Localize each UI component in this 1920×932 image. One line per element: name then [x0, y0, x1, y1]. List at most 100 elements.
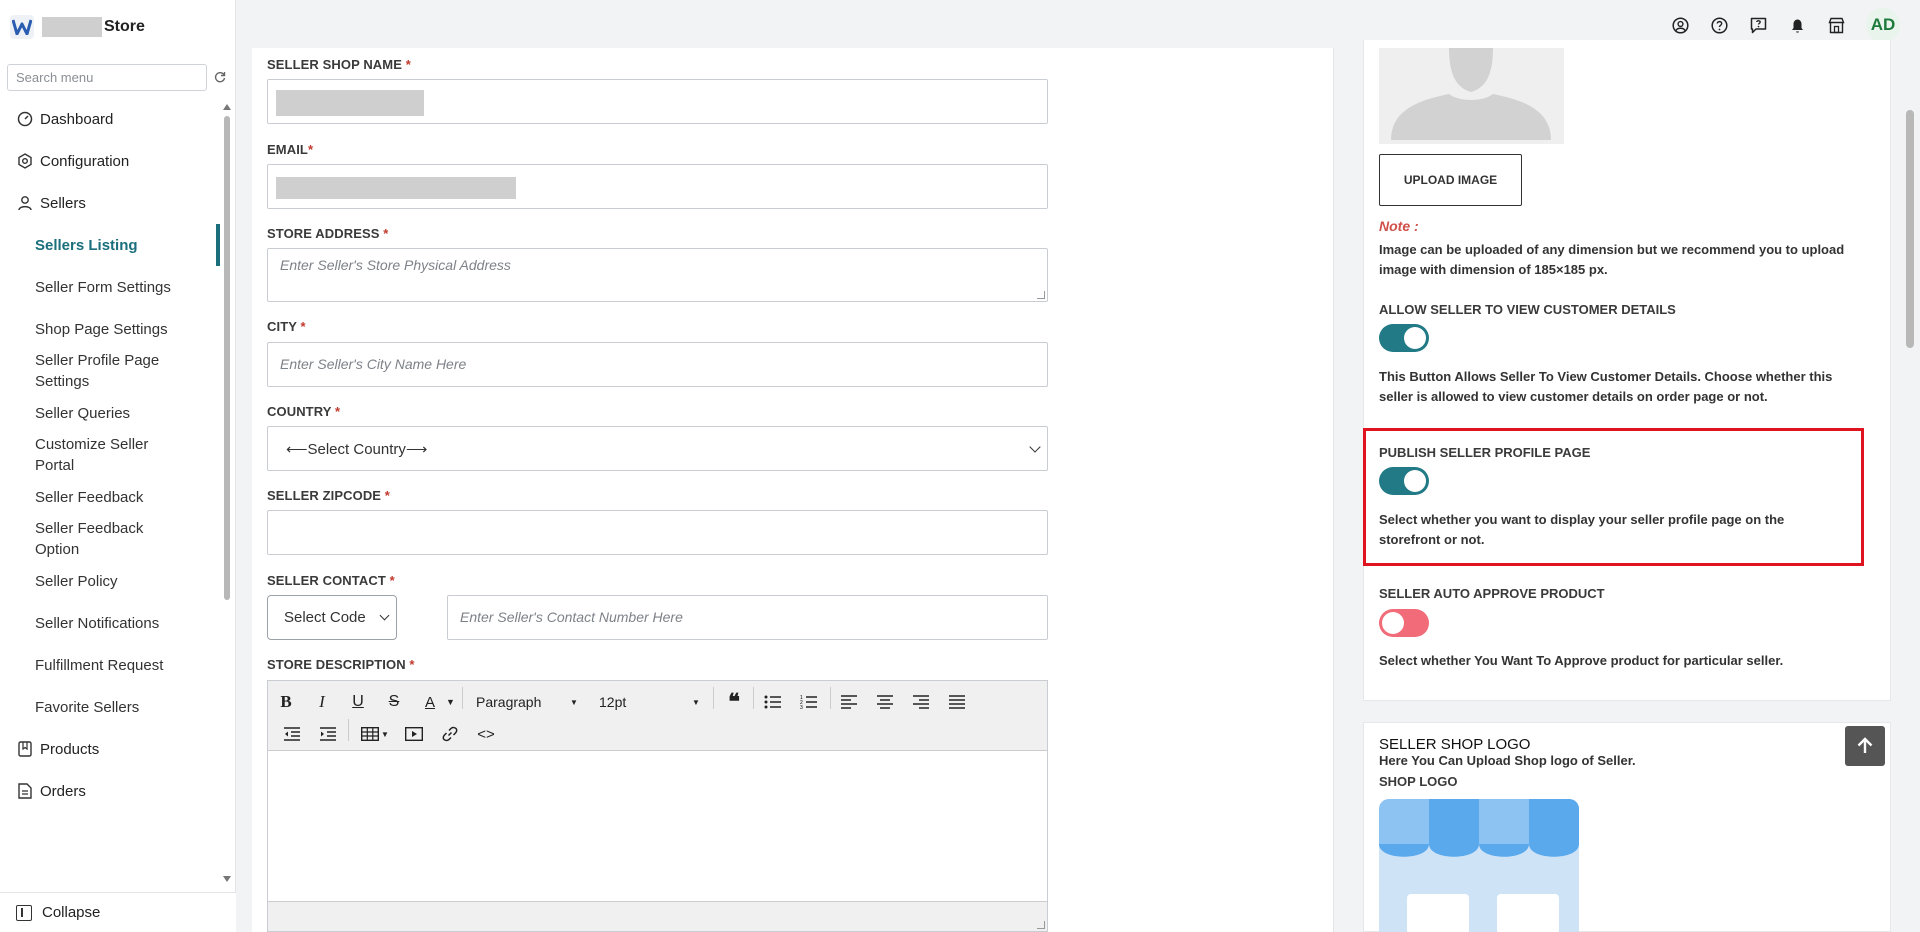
- description-label: STORE DESCRIPTION *: [267, 657, 415, 672]
- bell-icon[interactable]: [1788, 16, 1806, 34]
- toggle-knob: [1404, 327, 1426, 349]
- support-chat-icon[interactable]: [1749, 16, 1767, 34]
- sidebar-item-products[interactable]: Products: [0, 728, 222, 770]
- toolbar-divider: [348, 719, 349, 741]
- upload-image-button[interactable]: UPLOAD IMAGE: [1379, 154, 1522, 206]
- auto-approve-desc: Select whether You Want To Approve produ…: [1379, 653, 1784, 668]
- dashboard-icon: [16, 110, 34, 128]
- underline-icon[interactable]: U: [347, 691, 369, 713]
- sidebar-item-customize-seller-portal[interactable]: Customize Seller Portal: [0, 434, 190, 476]
- email-field[interactable]: [267, 164, 1048, 209]
- shop-name-field[interactable]: [267, 79, 1048, 124]
- blockquote-icon[interactable]: ❝: [723, 689, 745, 714]
- indent-icon[interactable]: [317, 723, 339, 745]
- align-center-icon[interactable]: [874, 691, 896, 713]
- numbered-list-icon[interactable]: 123: [798, 691, 820, 713]
- country-code-select[interactable]: Select Code: [267, 595, 397, 640]
- sidebar-item-favorite-sellers[interactable]: Favorite Sellers: [0, 686, 222, 728]
- sidebar-item-seller-feedback-option[interactable]: Seller Feedback Option: [0, 518, 180, 560]
- zipcode-field[interactable]: [267, 510, 1048, 555]
- brand-redacted: [42, 17, 102, 37]
- sidebar-scroll-thumb[interactable]: [224, 116, 230, 600]
- sidebar-item-configuration[interactable]: Configuration: [0, 140, 222, 182]
- publish-profile-toggle[interactable]: [1379, 467, 1429, 495]
- zipcode-label: SELLER ZIPCODE *: [267, 488, 390, 503]
- table-icon[interactable]: [359, 723, 381, 745]
- publish-profile-label: PUBLISH SELLER PROFILE PAGE: [1379, 445, 1591, 460]
- block-format-value: Paragraph: [476, 694, 542, 710]
- editor-statusbar: [268, 901, 1047, 931]
- refresh-icon[interactable]: [214, 71, 228, 85]
- sidebar-item-label: Products: [40, 740, 100, 758]
- sidebar-item-seller-policy[interactable]: Seller Policy: [0, 560, 222, 602]
- font-size-select[interactable]: 12pt: [599, 691, 699, 713]
- book-icon: [16, 740, 34, 758]
- search-menu-input[interactable]: [7, 64, 207, 91]
- align-right-icon[interactable]: [910, 691, 932, 713]
- italic-icon[interactable]: I: [311, 691, 333, 713]
- shop-logo-title: SELLER SHOP LOGO: [1379, 736, 1531, 753]
- sidebar-item-seller-queries[interactable]: Seller Queries: [0, 392, 222, 434]
- auto-approve-toggle[interactable]: [1379, 609, 1429, 637]
- sidebar-item-seller-profile-page-settings[interactable]: Seller Profile Page Settings: [0, 350, 190, 392]
- sidebar-item-seller-form-settings[interactable]: Seller Form Settings: [0, 266, 222, 308]
- outdent-icon[interactable]: [281, 723, 303, 745]
- caret-down-icon[interactable]: ▼: [570, 691, 578, 713]
- allow-customer-details-toggle[interactable]: [1379, 324, 1429, 352]
- brand-logo-icon: [10, 15, 34, 39]
- bullet-list-icon[interactable]: [762, 691, 784, 713]
- address-label: STORE ADDRESS *: [267, 226, 389, 241]
- rich-text-editor[interactable]: B I U S A ▼ Paragraph ▼ 12pt ▼ ❝ 123 ▼ <…: [267, 680, 1048, 932]
- sidebar-item-sellers-listing[interactable]: Sellers Listing: [0, 224, 222, 266]
- sidebar-item-dashboard[interactable]: Dashboard: [0, 98, 222, 140]
- scroll-up-icon[interactable]: [223, 104, 231, 110]
- city-placeholder: Enter Seller's City Name Here: [280, 356, 467, 372]
- align-left-icon[interactable]: [838, 691, 860, 713]
- chevron-down-icon: [379, 610, 390, 621]
- allow-customer-details-desc: This Button Allows Seller To View Custom…: [1379, 369, 1833, 404]
- justify-icon[interactable]: [946, 691, 968, 713]
- avatar[interactable]: AD: [1866, 8, 1900, 42]
- back-to-top-button[interactable]: [1845, 726, 1885, 766]
- text-color-icon[interactable]: A: [419, 691, 441, 713]
- arrow-up-icon: [1857, 737, 1873, 753]
- sidebar-item-shop-page-settings[interactable]: Shop Page Settings: [0, 308, 222, 350]
- caret-down-icon[interactable]: ▼: [381, 723, 389, 745]
- sidebar-item-fulfillment-request[interactable]: Fulfillment Request: [0, 644, 222, 686]
- scroll-down-icon[interactable]: [223, 876, 231, 882]
- caret-down-icon[interactable]: ▼: [692, 691, 700, 713]
- contact-label: SELLER CONTACT *: [267, 573, 395, 588]
- country-value: ⟵Select Country⟶: [286, 441, 428, 458]
- toolbar-divider: [830, 687, 831, 709]
- city-label: CITY *: [267, 319, 306, 334]
- collapse-button[interactable]: Collapse: [0, 892, 236, 932]
- shop-name-label: SELLER SHOP NAME *: [267, 57, 411, 72]
- account-icon[interactable]: [1671, 16, 1689, 34]
- sidebar-item-sellers[interactable]: Sellers: [0, 182, 222, 224]
- resize-handle[interactable]: [1037, 921, 1045, 929]
- link-icon[interactable]: [439, 723, 461, 745]
- svg-text:3: 3: [800, 705, 803, 710]
- sidebar-item-seller-notifications[interactable]: Seller Notifications: [0, 602, 222, 644]
- contact-number-field[interactable]: Enter Seller's Contact Number Here: [447, 595, 1048, 640]
- page-scrollbar-thumb[interactable]: [1906, 110, 1914, 348]
- country-select[interactable]: ⟵Select Country⟶: [267, 426, 1048, 471]
- strikethrough-icon[interactable]: S: [383, 691, 405, 713]
- sidebar-item-orders[interactable]: Orders: [0, 770, 222, 812]
- code-icon[interactable]: <>: [475, 723, 497, 745]
- bold-icon[interactable]: B: [275, 691, 297, 713]
- sidebar-item-seller-feedback[interactable]: Seller Feedback: [0, 476, 222, 518]
- collapse-icon: [16, 904, 32, 921]
- help-icon[interactable]: [1710, 16, 1728, 34]
- city-field[interactable]: Enter Seller's City Name Here: [267, 342, 1048, 387]
- store-address-field[interactable]: Enter Seller's Store Physical Address: [267, 248, 1048, 302]
- sidebar-scrollbar[interactable]: [222, 100, 232, 882]
- toolbar-divider: [713, 687, 714, 709]
- caret-down-icon[interactable]: ▼: [446, 691, 455, 713]
- note-text: Image can be uploaded of any dimension b…: [1379, 242, 1845, 277]
- resize-handle[interactable]: [1037, 291, 1045, 299]
- store-icon[interactable]: [1827, 16, 1845, 34]
- auto-approve-label: SELLER AUTO APPROVE PRODUCT: [1379, 586, 1605, 601]
- brand[interactable]: Store: [10, 12, 145, 42]
- media-icon[interactable]: [403, 723, 425, 745]
